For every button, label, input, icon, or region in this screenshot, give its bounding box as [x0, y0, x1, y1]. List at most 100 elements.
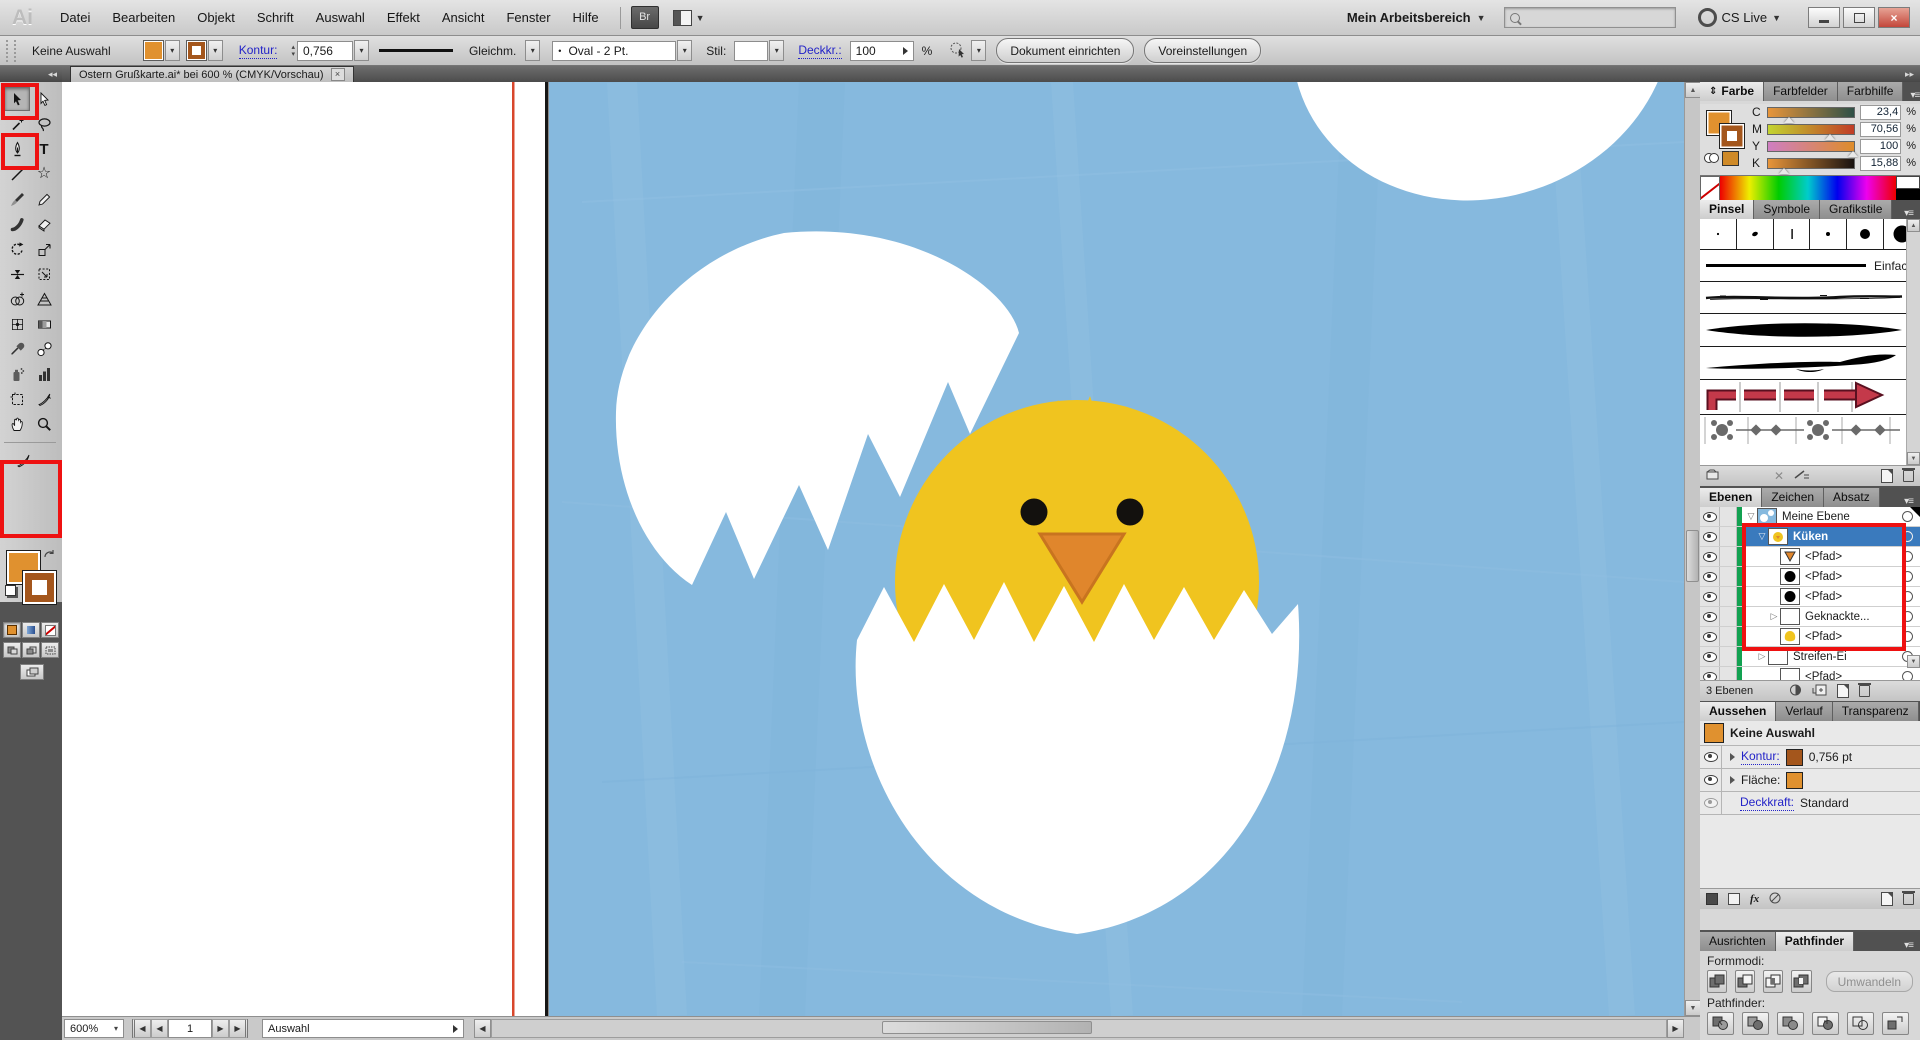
- horizontal-scroll-thumb[interactable]: [882, 1021, 1092, 1034]
- layer-name[interactable]: <Pfad>: [1805, 591, 1902, 603]
- target-icon[interactable]: [1902, 551, 1913, 562]
- target-icon[interactable]: [1902, 611, 1913, 622]
- brush-libraries-icon[interactable]: [1706, 469, 1720, 483]
- fill-dropdown-button[interactable]: ▾: [165, 40, 180, 61]
- menu-effekt[interactable]: Effekt: [376, 7, 431, 28]
- fill-swatch[interactable]: [1786, 772, 1803, 789]
- layer-name[interactable]: Streifen-Ei: [1793, 651, 1902, 663]
- star-shape-tool[interactable]: ☆: [31, 162, 57, 186]
- tab-symbole[interactable]: Symbole: [1754, 200, 1820, 219]
- target-icon[interactable]: [1902, 591, 1913, 602]
- visibility-toggle[interactable]: [1700, 667, 1720, 680]
- page-number-field[interactable]: 1: [168, 1019, 212, 1038]
- tab-verlauf[interactable]: Verlauf: [1776, 702, 1832, 721]
- stroke-weight-stepper[interactable]: ▴ ▾: [291, 44, 295, 58]
- panel-stroke-proxy[interactable]: [1719, 123, 1745, 149]
- shape-builder-tool[interactable]: [4, 287, 30, 311]
- fill-color-swatch[interactable]: [143, 40, 164, 61]
- width-tool[interactable]: [4, 262, 30, 286]
- channel-k-slider[interactable]: [1767, 158, 1855, 169]
- black-white-swatches[interactable]: [1896, 176, 1920, 200]
- appearance-stroke-row[interactable]: Kontur: 0,756 pt: [1700, 746, 1920, 769]
- artboard-tool[interactable]: [4, 387, 30, 411]
- gamut-color-swatch[interactable]: [1722, 151, 1739, 166]
- layer-row-pfad-5[interactable]: <Pfad>: [1700, 667, 1920, 680]
- free-transform-tool[interactable]: [31, 262, 57, 286]
- channel-y-value[interactable]: 100: [1860, 139, 1901, 154]
- layer-name[interactable]: <Pfad>: [1805, 571, 1902, 583]
- brush-row-artistic[interactable]: [1700, 347, 1920, 380]
- cs-live-button[interactable]: CS Live ▼: [1698, 8, 1781, 27]
- stroke-weight-dropdown[interactable]: ▾: [354, 40, 369, 61]
- tab-transparenz[interactable]: Transparenz: [1833, 702, 1919, 721]
- visibility-toggle[interactable]: [1700, 647, 1720, 666]
- zoom-level-field[interactable]: 600%▾: [64, 1019, 124, 1038]
- target-icon[interactable]: [1902, 671, 1913, 680]
- scroll-down-button[interactable]: ▼: [1685, 1000, 1701, 1016]
- width-profile-dropdown[interactable]: ▾: [525, 40, 540, 61]
- opacity-input[interactable]: 100: [850, 41, 914, 61]
- target-icon[interactable]: [1902, 571, 1913, 582]
- brush-calligraphic-2[interactable]: [1737, 219, 1774, 249]
- brush-row-tapered[interactable]: [1700, 314, 1920, 347]
- layer-name[interactable]: <Pfad>: [1805, 671, 1902, 681]
- stroke-weight-link[interactable]: Kontur:: [239, 43, 278, 59]
- channel-c-slider[interactable]: [1767, 107, 1855, 118]
- tab-pinsel[interactable]: Pinsel: [1700, 200, 1754, 219]
- document-setup-button[interactable]: Dokument einrichten: [996, 38, 1134, 63]
- visibility-toggle[interactable]: [1700, 507, 1720, 526]
- lock-toggle[interactable]: [1720, 567, 1737, 586]
- brush-row-basic[interactable]: Einfach: [1700, 250, 1920, 282]
- layer-row-geknackte[interactable]: ▷ Geknackte...: [1700, 607, 1920, 627]
- disclosure-icon[interactable]: ▷: [1768, 611, 1780, 622]
- search-input[interactable]: [1504, 7, 1676, 28]
- draw-normal-button[interactable]: [3, 642, 21, 658]
- tab-aussehen[interactable]: Aussehen: [1700, 702, 1776, 721]
- layer-row-kueken[interactable]: ▽ Küken: [1700, 527, 1920, 547]
- delete-item-icon[interactable]: [1903, 893, 1914, 905]
- menu-objekt[interactable]: Objekt: [186, 7, 246, 28]
- lock-toggle[interactable]: [1720, 547, 1737, 566]
- spin-up-icon[interactable]: ▴: [291, 44, 295, 51]
- opacity-slider-arrow[interactable]: [903, 47, 908, 55]
- expand-icon[interactable]: [1730, 776, 1735, 784]
- vertical-scroll-thumb[interactable]: [1686, 530, 1699, 582]
- visibility-toggle[interactable]: [1700, 527, 1720, 546]
- recolor-artwork-icon[interactable]: [948, 40, 968, 61]
- scale-tool[interactable]: [31, 237, 57, 261]
- lock-toggle[interactable]: [1720, 627, 1737, 646]
- opacity-link[interactable]: Deckkr.:: [798, 43, 841, 59]
- rotate-tool[interactable]: [4, 237, 30, 261]
- minimize-button[interactable]: [1808, 7, 1840, 28]
- style-dropdown[interactable]: ▾: [769, 40, 784, 61]
- first-page-button[interactable]: ◀: [132, 1019, 151, 1038]
- new-stroke-icon[interactable]: [1706, 893, 1718, 905]
- close-button[interactable]: ×: [1878, 7, 1910, 28]
- channel-c-marker[interactable]: [1784, 117, 1794, 123]
- pathfinder-merge-button[interactable]: [1777, 1012, 1804, 1035]
- menu-bearbeiten[interactable]: Bearbeiten: [101, 7, 186, 28]
- pathfinder-crop-button[interactable]: [1812, 1012, 1839, 1035]
- new-layer-icon[interactable]: [1837, 684, 1849, 698]
- blend-tool[interactable]: [31, 337, 57, 361]
- menu-ansicht[interactable]: Ansicht: [431, 7, 496, 28]
- stroke-color-swatch[interactable]: [186, 40, 207, 61]
- shape-mode-exclude-button[interactable]: [1791, 970, 1811, 993]
- document-tab[interactable]: Ostern Grußkarte.ai* bei 600 % (CMYK/Vor…: [70, 66, 354, 82]
- channel-c-value[interactable]: 23,4: [1860, 105, 1901, 120]
- tab-farbfelder[interactable]: Farbfelder: [1764, 82, 1838, 101]
- target-icon[interactable]: [1902, 631, 1913, 642]
- gradient-tool[interactable]: [31, 312, 57, 336]
- knife-tool[interactable]: [10, 448, 36, 472]
- channel-y-slider[interactable]: [1767, 141, 1855, 152]
- lock-toggle[interactable]: [1720, 527, 1737, 546]
- menu-datei[interactable]: Datei: [49, 7, 101, 28]
- controlbar-grip[interactable]: [6, 40, 16, 62]
- layer-name[interactable]: Geknackte...: [1805, 611, 1902, 623]
- remove-brush-stroke-icon[interactable]: ✕: [1774, 469, 1784, 483]
- expand-icon[interactable]: [1730, 753, 1735, 761]
- out-of-gamut-icon[interactable]: [1704, 151, 1719, 170]
- pathfinder-minus-back-button[interactable]: [1882, 1012, 1909, 1035]
- eraser-tool[interactable]: [31, 212, 57, 236]
- document-canvas[interactable]: [62, 82, 1684, 1016]
